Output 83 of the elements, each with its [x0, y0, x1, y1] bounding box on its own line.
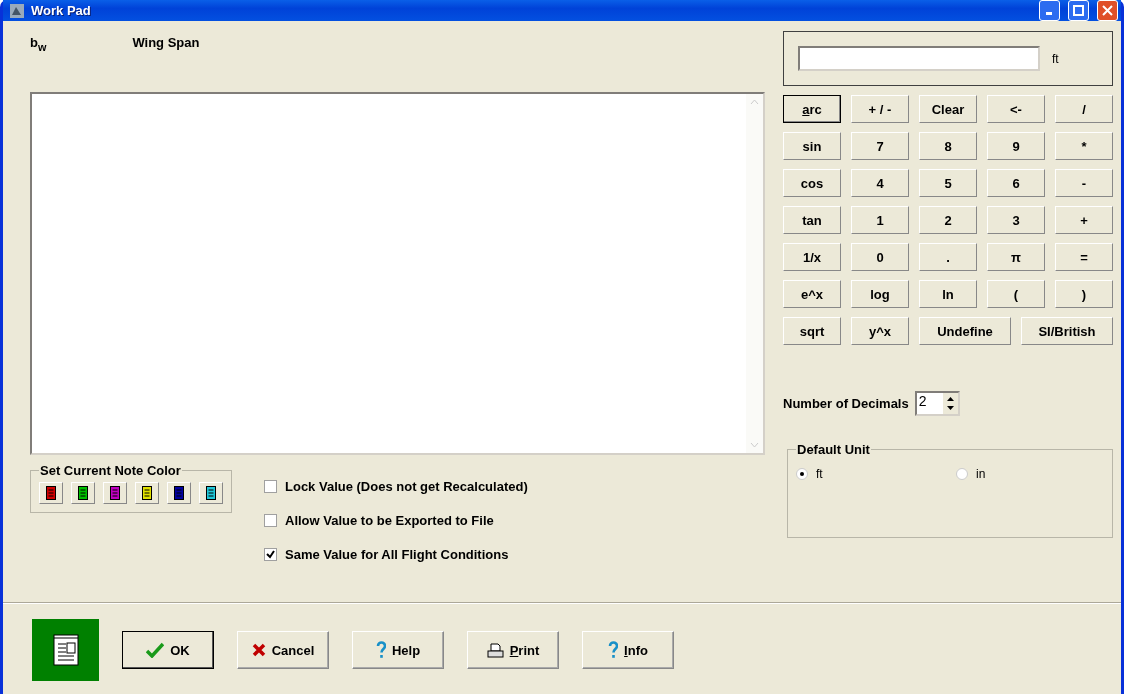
radio-button[interactable] [796, 468, 808, 480]
calculator-key[interactable]: Undefine [919, 317, 1011, 345]
calculator-key[interactable]: * [1055, 132, 1113, 160]
calculator-key[interactable]: + [1055, 206, 1113, 234]
calculator-key[interactable]: . [919, 243, 977, 271]
check-icon [266, 550, 275, 559]
dialog-button[interactable]: Info [582, 631, 674, 669]
calculator-key[interactable]: ( [987, 280, 1045, 308]
minimize-button[interactable] [1039, 0, 1060, 21]
calculator-key[interactable]: e^x [783, 280, 841, 308]
dialog-button[interactable]: Cancel [237, 631, 329, 669]
dialog-button[interactable]: OK [122, 631, 214, 669]
option-checkbox[interactable]: Same Value for All Flight Conditions [264, 547, 528, 562]
decimals-label: Number of Decimals [783, 396, 909, 411]
group-title: Set Current Note Color [39, 463, 182, 478]
check-icon [146, 642, 165, 658]
calculator-key[interactable]: cos [783, 169, 841, 197]
display-field[interactable] [798, 46, 1040, 71]
help-icon [608, 641, 619, 659]
decimals-spinner[interactable]: 2 [914, 391, 960, 416]
option-label: Same Value for All Flight Conditions [285, 547, 509, 562]
calculator-key[interactable]: ) [1055, 280, 1113, 308]
calculator-key[interactable]: ln [919, 280, 977, 308]
calculator-key[interactable]: sin [783, 132, 841, 160]
note-color-button[interactable] [135, 482, 159, 504]
calculator-key[interactable]: sqrt [783, 317, 841, 345]
spin-arrows-icon[interactable] [942, 393, 958, 414]
calculator-key[interactable]: = [1055, 243, 1113, 271]
unit-label: ft [1052, 51, 1059, 66]
maximize-icon [1073, 5, 1084, 16]
checkbox[interactable] [264, 548, 277, 561]
calculator-key[interactable]: arc [783, 95, 841, 123]
calculator-key[interactable]: y^x [851, 317, 909, 345]
radio-dot-icon [800, 472, 804, 476]
note-color-button[interactable] [39, 482, 63, 504]
calculator-key[interactable]: log [851, 280, 909, 308]
variable-symbol: b$_{w}$ [30, 35, 47, 53]
calculator-key[interactable]: 7 [851, 132, 909, 160]
option-label: Allow Value to be Exported to File [285, 513, 494, 528]
radio-label: in [976, 467, 986, 481]
dialog-button[interactable]: Print [467, 631, 559, 669]
cross-icon [251, 643, 266, 657]
calculator-key[interactable]: 1 [851, 206, 909, 234]
calculator-key[interactable]: π [987, 243, 1045, 271]
calculator-key[interactable]: 8 [919, 132, 977, 160]
calculator-key[interactable]: <- [987, 95, 1045, 123]
calculator-key[interactable]: + / - [851, 95, 909, 123]
app-icon [9, 2, 25, 19]
checkbox[interactable] [264, 514, 277, 527]
calculator-key[interactable]: SI/British [1021, 317, 1113, 345]
calculator-key[interactable]: 2 [919, 206, 977, 234]
calculator-key[interactable]: 3 [987, 206, 1045, 234]
unit-radio[interactable]: in [956, 467, 1006, 481]
note-color-button[interactable] [199, 482, 223, 504]
calculator-key[interactable]: 9 [987, 132, 1045, 160]
maximize-button[interactable] [1068, 0, 1089, 21]
calculator-key[interactable]: 1/x [783, 243, 841, 271]
calculator-key[interactable]: 5 [919, 169, 977, 197]
close-icon [1102, 5, 1113, 16]
calculator-key[interactable]: - [1055, 169, 1113, 197]
checkbox[interactable] [264, 480, 277, 493]
help-icon [375, 641, 386, 659]
dialog-button[interactable]: Help [352, 631, 444, 669]
calculator-key[interactable]: / [1055, 95, 1113, 123]
calculator-key[interactable]: 4 [851, 169, 909, 197]
window-title: Work Pad [31, 3, 92, 18]
radio-label: ft [816, 467, 823, 481]
notepad-tile[interactable] [32, 619, 99, 681]
calculator-key[interactable]: tan [783, 206, 841, 234]
close-button[interactable] [1097, 0, 1118, 21]
printer-icon [486, 642, 504, 658]
calculator-key[interactable]: Clear [919, 95, 977, 123]
note-color-button[interactable] [167, 482, 191, 504]
calculator-key[interactable]: 6 [987, 169, 1045, 197]
notepad-icon [51, 633, 80, 667]
unit-radio[interactable]: ft [796, 467, 846, 481]
group-title: Default Unit [796, 442, 871, 457]
note-color-button[interactable] [103, 482, 127, 504]
radio-button[interactable] [956, 468, 968, 480]
variable-name: Wing Span [132, 35, 200, 50]
note-color-button[interactable] [71, 482, 95, 504]
option-checkbox[interactable]: Allow Value to be Exported to File [264, 513, 528, 528]
calculator-key[interactable]: 0 [851, 243, 909, 271]
